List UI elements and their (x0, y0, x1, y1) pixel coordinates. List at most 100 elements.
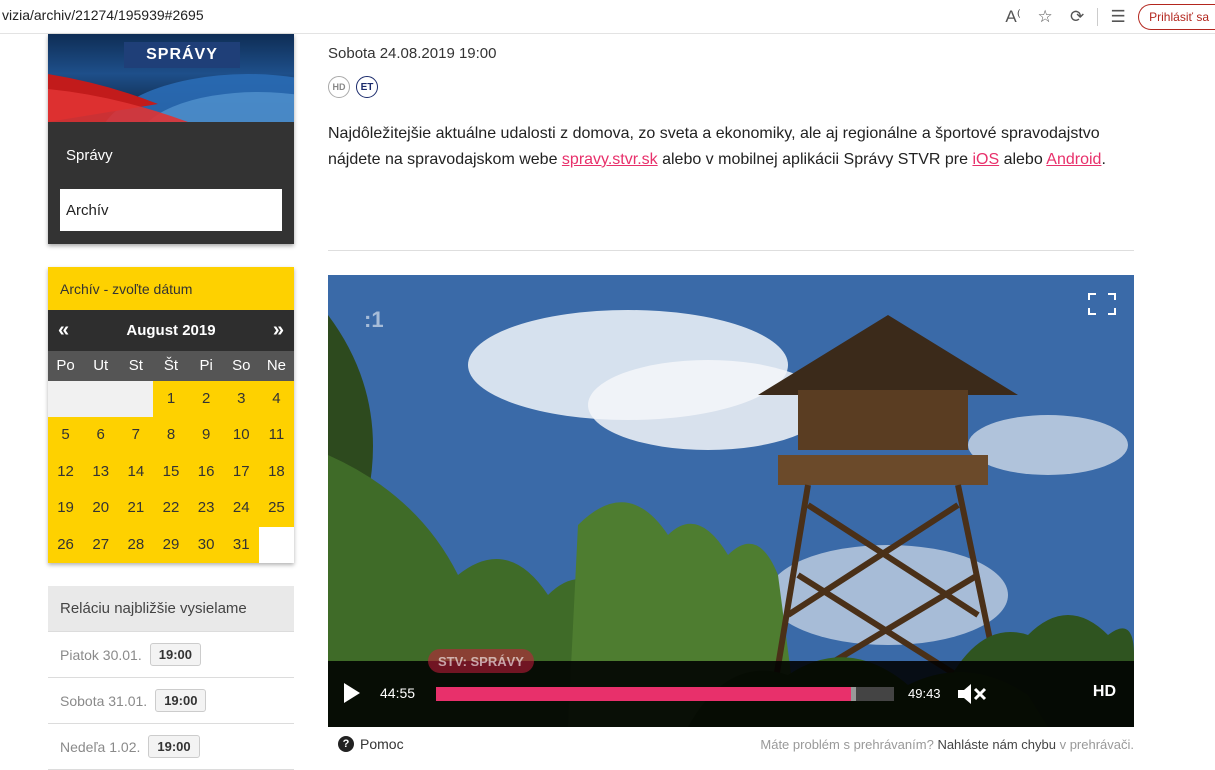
broadcast-time: 19:00 (148, 735, 200, 758)
broadcast-time: 19:00 (155, 689, 207, 712)
problem-report: Máte problém s prehrávaním? Nahláste nám… (760, 737, 1134, 752)
current-time: 44:55 (380, 685, 416, 701)
calendar-day[interactable]: 2 (188, 381, 224, 418)
calendar-header: Archív - zvoľte dátum (48, 267, 294, 310)
problem-prefix: Máte problém s prehrávaním? (760, 737, 934, 752)
show-name[interactable]: Správy (66, 147, 113, 164)
calendar-empty-cell (118, 381, 154, 418)
calendar-day[interactable]: 27 (83, 526, 119, 563)
calendar-day[interactable]: 19 (48, 490, 84, 527)
weekday-label: Ne (266, 357, 286, 374)
extensions-icon[interactable]: ⟳ (1061, 4, 1093, 30)
archive-button[interactable]: Archív (60, 189, 282, 231)
help-link[interactable]: ? Pomoc (338, 736, 404, 752)
url-text[interactable]: vizia/archiv/21274/195939#2695 (2, 7, 204, 23)
calendar-day[interactable]: 7 (118, 417, 154, 454)
show-logo: SPRÁVY (124, 42, 240, 68)
total-time: 49:43 (908, 686, 941, 701)
report-bug-link[interactable]: Nahláste nám chybu (937, 737, 1056, 752)
calendar-month: August 2019 (126, 322, 216, 339)
description-text: . (1101, 151, 1106, 168)
weekday-label: Pi (199, 357, 213, 374)
calendar-day[interactable]: 11 (258, 417, 294, 454)
video-player[interactable]: :1 STV: SPRÁVY 44:55 49:43 HD (328, 275, 1134, 727)
calendar-day[interactable]: 31 (223, 526, 259, 563)
toolbar-divider (1097, 8, 1099, 26)
broadcast-date: Sobota 24.08.2019 19:00 (328, 45, 497, 62)
calendar-day[interactable]: 5 (48, 417, 84, 454)
calendar-day[interactable]: 17 (223, 453, 259, 491)
player-footer: ? Pomoc Máte problém s prehrávaním? Nahl… (328, 735, 1134, 755)
browser-toolbar: A⁽ ☆ ⟳ ☰ Prihlásiť sa (997, 3, 1215, 31)
weekday-label: So (232, 357, 251, 374)
progress-bar[interactable] (436, 687, 894, 701)
calendar-day[interactable]: 8 (153, 417, 189, 454)
read-aloud-icon[interactable]: A⁽ (997, 4, 1029, 30)
calendar-day[interactable]: 10 (223, 417, 259, 454)
progress-fill (436, 687, 853, 701)
calendar-day[interactable]: 21 (118, 490, 154, 527)
login-button[interactable]: Prihlásiť sa (1138, 4, 1215, 30)
prev-month-button[interactable]: « (58, 319, 69, 342)
player-controls: STV: SPRÁVY 44:55 49:43 HD (328, 649, 1134, 727)
calendar-day[interactable]: 30 (188, 526, 224, 563)
calendar-day[interactable]: 1 (153, 381, 189, 418)
calendar-day[interactable]: 4 (258, 381, 294, 418)
problem-suffix: v prehrávači. (1059, 737, 1134, 752)
calendar-nav: « August 2019 » (48, 310, 294, 351)
android-link[interactable]: Android (1046, 151, 1101, 168)
calendar-empty-cell (83, 381, 119, 418)
show-thumbnail[interactable]: SPRÁVY (48, 34, 294, 122)
next-broadcast-row: Piatok 30.01. 19:00 (48, 632, 294, 678)
help-icon: ? (338, 736, 354, 752)
calendar-weekdays: Po Ut St Št Pi So Ne (48, 351, 294, 381)
mute-icon[interactable] (956, 682, 988, 706)
calendar-day[interactable]: 14 (118, 453, 154, 491)
calendar-day[interactable]: 22 (153, 490, 189, 527)
calendar-day[interactable]: 9 (188, 417, 224, 454)
calendar-day[interactable]: 18 (258, 453, 294, 491)
broadcast-day: Piatok 30.01. (60, 646, 142, 663)
et-badge-icon: ET (356, 76, 378, 98)
calendar-day[interactable]: 29 (153, 526, 189, 563)
calendar-day[interactable]: 3 (223, 381, 259, 418)
next-broadcast-row: Sobota 31.01. 19:00 (48, 678, 294, 724)
ios-link[interactable]: iOS (972, 151, 999, 168)
quality-toggle[interactable]: HD (1093, 683, 1116, 701)
weekday-label: Po (56, 357, 75, 374)
description-text: alebo v mobilnej aplikácii Správy STVR p… (657, 151, 973, 168)
progress-handle[interactable] (850, 687, 856, 701)
calendar-day[interactable]: 20 (83, 490, 119, 527)
favorite-star-icon[interactable]: ☆ (1029, 4, 1061, 30)
calendar-day[interactable]: 13 (83, 453, 119, 491)
calendar-day[interactable]: 6 (83, 417, 119, 454)
quality-badges: HD ET (328, 76, 378, 98)
calendar-day[interactable]: 24 (223, 490, 259, 527)
calendar-day[interactable]: 25 (258, 490, 294, 527)
section-divider (328, 250, 1134, 251)
weekday-label: St (128, 357, 143, 374)
calendar-empty-cell (48, 381, 84, 418)
next-broadcast-panel: Reláciu najbližšie vysielame Piatok 30.0… (48, 586, 294, 770)
calendar-day[interactable]: 28 (118, 526, 154, 563)
show-description: Najdôležitejšie aktuálne udalosti z domo… (328, 121, 1138, 173)
weekday-label: Št (163, 357, 179, 374)
play-icon[interactable] (342, 681, 362, 705)
fullscreen-icon[interactable] (1088, 293, 1116, 315)
calendar-grid: 1 2 3 4 5 6 7 8 9 10 11 12 13 14 15 16 1… (48, 381, 294, 563)
broadcast-time: 19:00 (149, 643, 201, 666)
favorites-list-icon[interactable]: ☰ (1102, 4, 1134, 30)
broadcast-day: Sobota 31.01. (60, 692, 148, 709)
calendar-day[interactable]: 16 (188, 453, 224, 491)
calendar-day[interactable]: 15 (153, 453, 189, 491)
channel-watermark: :1 (364, 307, 384, 332)
calendar-day[interactable]: 12 (48, 453, 84, 491)
web-link[interactable]: spravy.stvr.sk (562, 151, 658, 168)
archive-calendar: Archív - zvoľte dátum « August 2019 » Po… (48, 267, 294, 563)
browser-address-bar: vizia/archiv/21274/195939#2695 A⁽ ☆ ⟳ ☰ … (0, 0, 1215, 34)
hd-badge-icon: HD (328, 76, 350, 98)
next-month-button[interactable]: » (273, 319, 284, 342)
broadcast-day: Nedeľa 1.02. (60, 738, 141, 755)
calendar-day[interactable]: 26 (48, 526, 84, 563)
calendar-day[interactable]: 23 (188, 490, 224, 527)
